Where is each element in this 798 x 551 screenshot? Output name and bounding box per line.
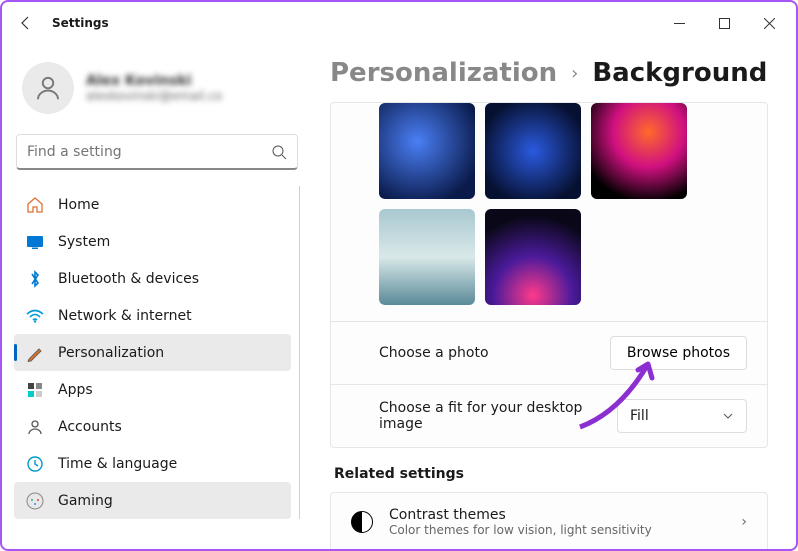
content: Personalization › Background Choose a ph… (312, 44, 796, 549)
background-card: Choose a photo Browse photos Choose a fi… (330, 102, 768, 448)
wallpaper-thumb[interactable] (379, 103, 475, 199)
browse-photos-button[interactable]: Browse photos (610, 336, 747, 370)
apps-icon (26, 381, 44, 399)
home-icon (26, 196, 44, 214)
sidebar-item-home[interactable]: Home (14, 186, 291, 223)
back-button[interactable] (6, 3, 46, 43)
breadcrumb-parent[interactable]: Personalization (330, 58, 557, 88)
avatar (22, 62, 74, 114)
sidebar-item-gaming[interactable]: Gaming (14, 482, 291, 519)
chevron-down-icon (722, 410, 734, 422)
breadcrumb-current: Background (592, 58, 767, 88)
sidebar: Alex Kovinski alexkovinski@email.co Home… (2, 44, 312, 549)
sidebar-item-personalization[interactable]: Personalization (14, 334, 291, 371)
related-item-subtitle: Color themes for low vision, light sensi… (389, 523, 652, 537)
wifi-icon (26, 307, 44, 325)
user-name: Alex Kovinski (86, 73, 222, 89)
search-box[interactable] (16, 134, 298, 170)
accounts-icon (26, 418, 44, 436)
sidebar-item-label: Network & internet (58, 308, 192, 324)
time-icon (26, 455, 44, 473)
related-item-title: Contrast themes (389, 507, 652, 523)
wallpaper-thumbs (331, 103, 767, 321)
sidebar-item-system[interactable]: System (14, 223, 291, 260)
sidebar-item-label: Gaming (58, 493, 113, 509)
sidebar-item-bluetooth[interactable]: Bluetooth & devices (14, 260, 291, 297)
sidebar-item-label: System (58, 234, 110, 250)
personalization-icon (26, 344, 44, 362)
breadcrumb: Personalization › Background (330, 58, 768, 88)
sidebar-item-wifi[interactable]: Network & internet (14, 297, 291, 334)
search-icon (271, 144, 287, 160)
bluetooth-icon (26, 270, 44, 288)
chevron-right-icon: › (741, 514, 747, 530)
sidebar-item-label: Accounts (58, 419, 122, 435)
choose-photo-label: Choose a photo (379, 345, 489, 361)
minimize-button[interactable] (657, 7, 702, 39)
choose-fit-row: Choose a fit for your desktop image Fill (331, 384, 767, 447)
fit-value: Fill (630, 408, 649, 424)
window-title: Settings (52, 16, 109, 30)
wallpaper-thumb[interactable] (485, 103, 581, 199)
sidebar-item-label: Time & language (58, 456, 177, 472)
gaming-icon (26, 492, 44, 510)
chevron-right-icon: › (571, 63, 578, 84)
window-controls (657, 7, 792, 39)
choose-photo-row: Choose a photo Browse photos (331, 321, 767, 384)
nav-list: Home System Bluetooth & devices Network & i… (14, 186, 300, 519)
related-heading: Related settings (334, 466, 768, 482)
choose-fit-label: Choose a fit for your desktop image (379, 400, 599, 432)
contrast-icon (351, 511, 373, 533)
related-card: Contrast themes Color themes for low vis… (330, 492, 768, 549)
sidebar-item-label: Bluetooth & devices (58, 271, 199, 287)
system-icon (26, 233, 44, 251)
sidebar-item-accounts[interactable]: Accounts (14, 408, 291, 445)
sidebar-item-time[interactable]: Time & language (14, 445, 291, 482)
sidebar-item-label: Home (58, 197, 99, 213)
search-input[interactable] (27, 144, 271, 160)
maximize-button[interactable] (702, 7, 747, 39)
sidebar-item-label: Apps (58, 382, 93, 398)
wallpaper-thumb[interactable] (485, 209, 581, 305)
contrast-themes-item[interactable]: Contrast themes Color themes for low vis… (331, 493, 767, 549)
wallpaper-thumb[interactable] (591, 103, 687, 199)
sidebar-item-apps[interactable]: Apps (14, 371, 291, 408)
wallpaper-thumb[interactable] (379, 209, 475, 305)
close-button[interactable] (747, 7, 792, 39)
fit-dropdown[interactable]: Fill (617, 399, 747, 433)
user-block[interactable]: Alex Kovinski alexkovinski@email.co (14, 54, 300, 134)
sidebar-item-label: Personalization (58, 345, 164, 361)
user-email: alexkovinski@email.co (86, 89, 222, 103)
titlebar: Settings (2, 2, 796, 44)
